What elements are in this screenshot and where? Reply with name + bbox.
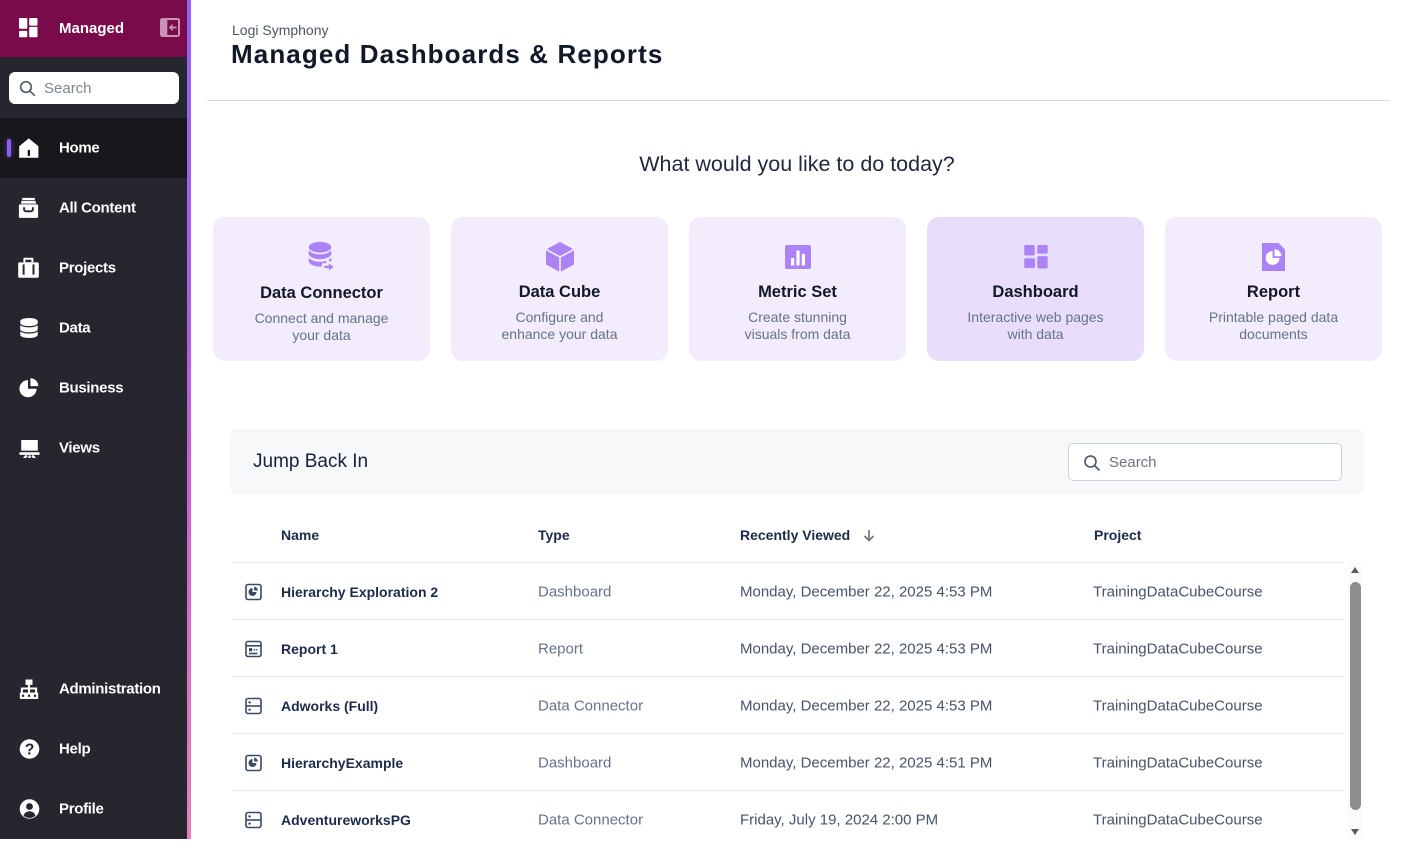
svg-text:?: ? [25,741,34,758]
